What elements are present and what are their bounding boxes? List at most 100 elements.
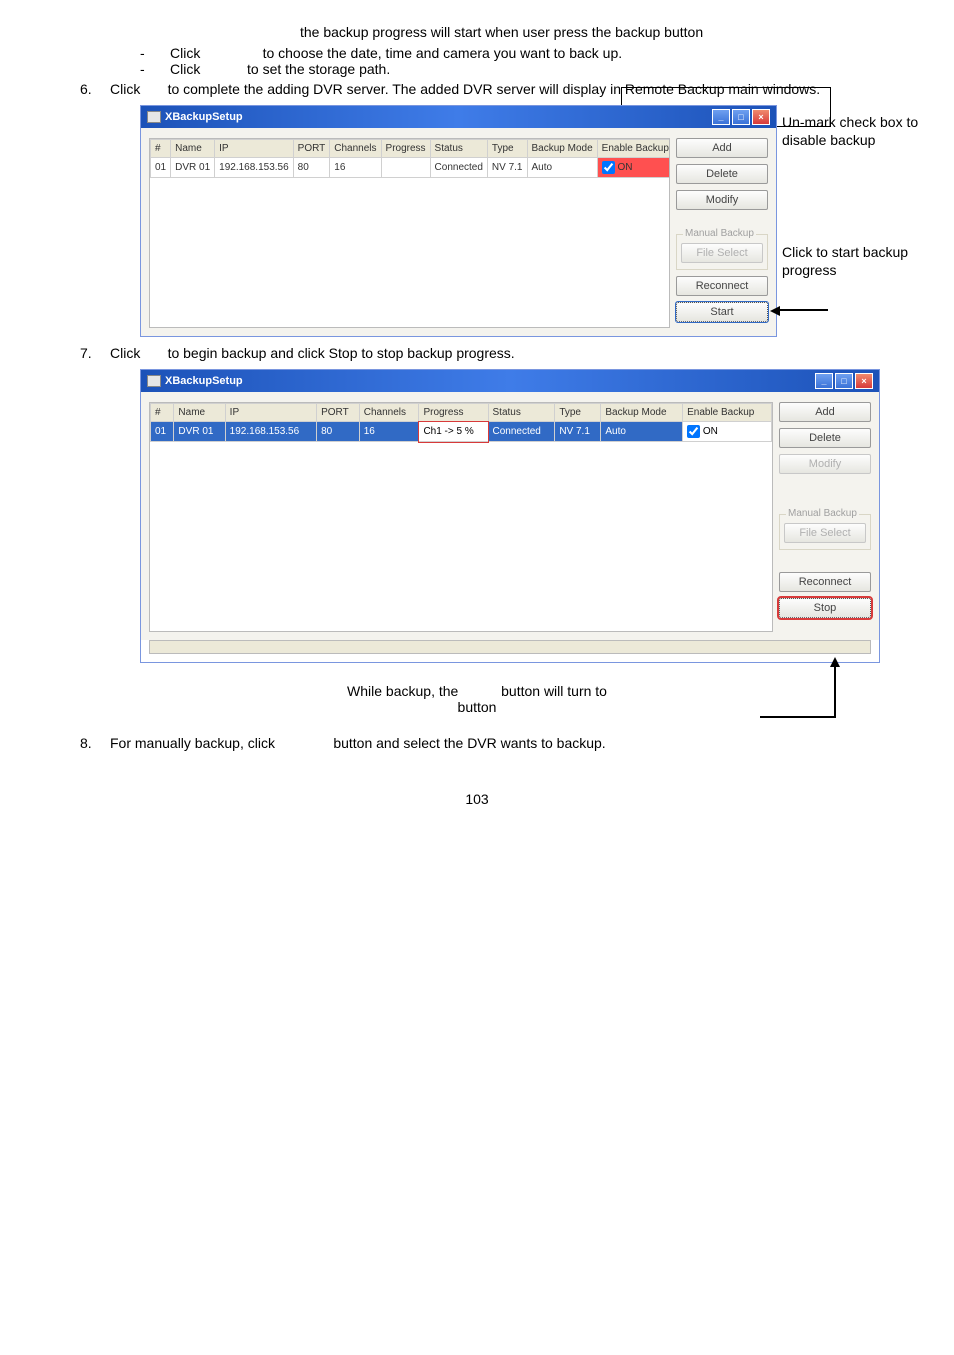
col-status[interactable]: Status <box>488 404 555 422</box>
delete-button[interactable]: Delete <box>676 164 768 184</box>
cell-name: DVR 01 <box>171 158 215 178</box>
col-progress[interactable]: Progress <box>419 404 488 422</box>
bullet-2-post: to set the storage path. <box>247 61 390 77</box>
table-row[interactable]: 01 DVR 01 192.168.153.56 80 16 Ch1 -> 5 … <box>151 422 772 442</box>
footer-note: While backup, the button will turn to bu… <box>40 683 914 715</box>
bullet-2: - Click to set the storage path. <box>140 61 914 77</box>
col-type[interactable]: Type <box>487 140 527 158</box>
progress-bar <box>149 640 871 654</box>
col-port[interactable]: PORT <box>293 140 330 158</box>
add-button[interactable]: Add <box>779 402 871 422</box>
cell-status: Connected <box>430 158 487 178</box>
stop-button[interactable]: Stop <box>779 598 871 618</box>
intro-line: the backup progress will start when user… <box>300 22 914 43</box>
minimize-icon[interactable]: _ <box>815 373 833 389</box>
app-icon <box>147 111 161 123</box>
titlebar[interactable]: XBackupSetup _ □ × <box>141 106 776 128</box>
bullet-1-post: to choose the date, time and camera you … <box>263 45 623 61</box>
delete-button[interactable]: Delete <box>779 428 871 448</box>
table-row[interactable]: 01 DVR 01 192.168.153.56 80 16 Connected… <box>151 158 671 178</box>
note-a: While backup, the <box>347 683 458 699</box>
close-icon[interactable]: × <box>855 373 873 389</box>
titlebar[interactable]: XBackupSetup _ □ × <box>141 370 879 392</box>
col-num[interactable]: # <box>151 404 174 422</box>
step6-pre: Click <box>110 81 140 97</box>
step-number: 7. <box>80 345 110 361</box>
col-channels[interactable]: Channels <box>359 404 419 422</box>
cell-prog: Ch1 -> 5 % <box>419 422 488 442</box>
grid-header-row: # Name IP PORT Channels Progress Status … <box>151 404 772 422</box>
cell-ip: 192.168.153.56 <box>225 422 316 442</box>
col-name[interactable]: Name <box>171 140 215 158</box>
cell-prog <box>381 158 430 178</box>
col-enable[interactable]: Enable Backup <box>597 140 670 158</box>
col-mode[interactable]: Backup Mode <box>527 140 597 158</box>
cell-num: 01 <box>151 158 171 178</box>
step8-pre: For manually backup, click <box>110 735 275 751</box>
step7-pre: Click <box>110 345 140 361</box>
col-type[interactable]: Type <box>555 404 601 422</box>
col-progress[interactable]: Progress <box>381 140 430 158</box>
col-port[interactable]: PORT <box>317 404 360 422</box>
cell-mode: Auto <box>601 422 683 442</box>
side-panel: Add Delete Modify Manual Backup File Sel… <box>676 138 768 328</box>
step-number: 8. <box>80 735 110 751</box>
window-title: XBackupSetup <box>165 375 243 387</box>
col-channels[interactable]: Channels <box>330 140 381 158</box>
cell-status: Connected <box>488 422 555 442</box>
arrow-line <box>778 309 828 311</box>
cell-enable[interactable]: ON <box>597 158 670 178</box>
step-7: 7. Click to begin backup and click Stop … <box>80 345 914 361</box>
cell-num: 01 <box>151 422 174 442</box>
maximize-icon[interactable]: □ <box>835 373 853 389</box>
page-number: 103 <box>40 791 914 807</box>
cell-ch: 16 <box>359 422 419 442</box>
start-button[interactable]: Start <box>676 302 768 322</box>
cell-port: 80 <box>293 158 330 178</box>
arrow-line-vert <box>834 666 836 716</box>
col-mode[interactable]: Backup Mode <box>601 404 683 422</box>
dvr-grid[interactable]: # Name IP PORT Channels Progress Status … <box>149 402 773 632</box>
cell-ip: 192.168.153.56 <box>215 158 294 178</box>
cell-name: DVR 01 <box>174 422 225 442</box>
col-enable[interactable]: Enable Backup <box>683 404 772 422</box>
reconnect-button[interactable]: Reconnect <box>676 276 768 296</box>
bullet-1: - Click to choose the date, time and cam… <box>140 45 914 61</box>
minimize-icon[interactable]: _ <box>712 109 730 125</box>
app-icon <box>147 375 161 387</box>
enable-backup-checkbox[interactable] <box>687 425 700 438</box>
cell-mode: Auto <box>527 158 597 178</box>
enable-label: ON <box>703 426 718 437</box>
modify-button[interactable]: Modify <box>779 454 871 474</box>
enable-backup-checkbox[interactable] <box>602 161 615 174</box>
arrow-line-horiz <box>760 716 836 718</box>
annot-click-start: Click to start backup progress <box>782 243 952 279</box>
col-status[interactable]: Status <box>430 140 487 158</box>
modify-button[interactable]: Modify <box>676 190 768 210</box>
enable-label: ON <box>617 162 632 173</box>
close-icon[interactable]: × <box>752 109 770 125</box>
arrow-left-icon <box>770 306 780 316</box>
bullet-2-pre: Click <box>170 61 200 77</box>
reconnect-button[interactable]: Reconnect <box>779 572 871 592</box>
cell-enable[interactable]: ON <box>683 422 772 442</box>
col-ip[interactable]: IP <box>215 140 294 158</box>
file-select-button[interactable]: File Select <box>681 243 763 263</box>
col-name[interactable]: Name <box>174 404 225 422</box>
dash-icon: - <box>140 61 170 77</box>
side-panel: Add Delete Modify Manual Backup File Sel… <box>779 402 871 632</box>
maximize-icon[interactable]: □ <box>732 109 750 125</box>
manual-backup-group: Manual Backup File Select <box>676 234 768 270</box>
grid-header-row: # Name IP PORT Channels Progress Status … <box>151 140 671 158</box>
dvr-grid[interactable]: # Name IP PORT Channels Progress Status … <box>149 138 670 328</box>
col-num[interactable]: # <box>151 140 171 158</box>
add-button[interactable]: Add <box>676 138 768 158</box>
manual-backup-group: Manual Backup File Select <box>779 514 871 550</box>
step-8: 8. For manually backup, click button and… <box>80 735 914 751</box>
step-number: 6. <box>80 81 110 97</box>
xbackup-window-1: XBackupSetup _ □ × # Name IP PORT Channe… <box>140 105 777 337</box>
file-select-button[interactable]: File Select <box>784 523 866 543</box>
dash-icon: - <box>140 45 170 61</box>
step7-post: to begin backup and click Stop to stop b… <box>168 345 515 361</box>
col-ip[interactable]: IP <box>225 404 316 422</box>
